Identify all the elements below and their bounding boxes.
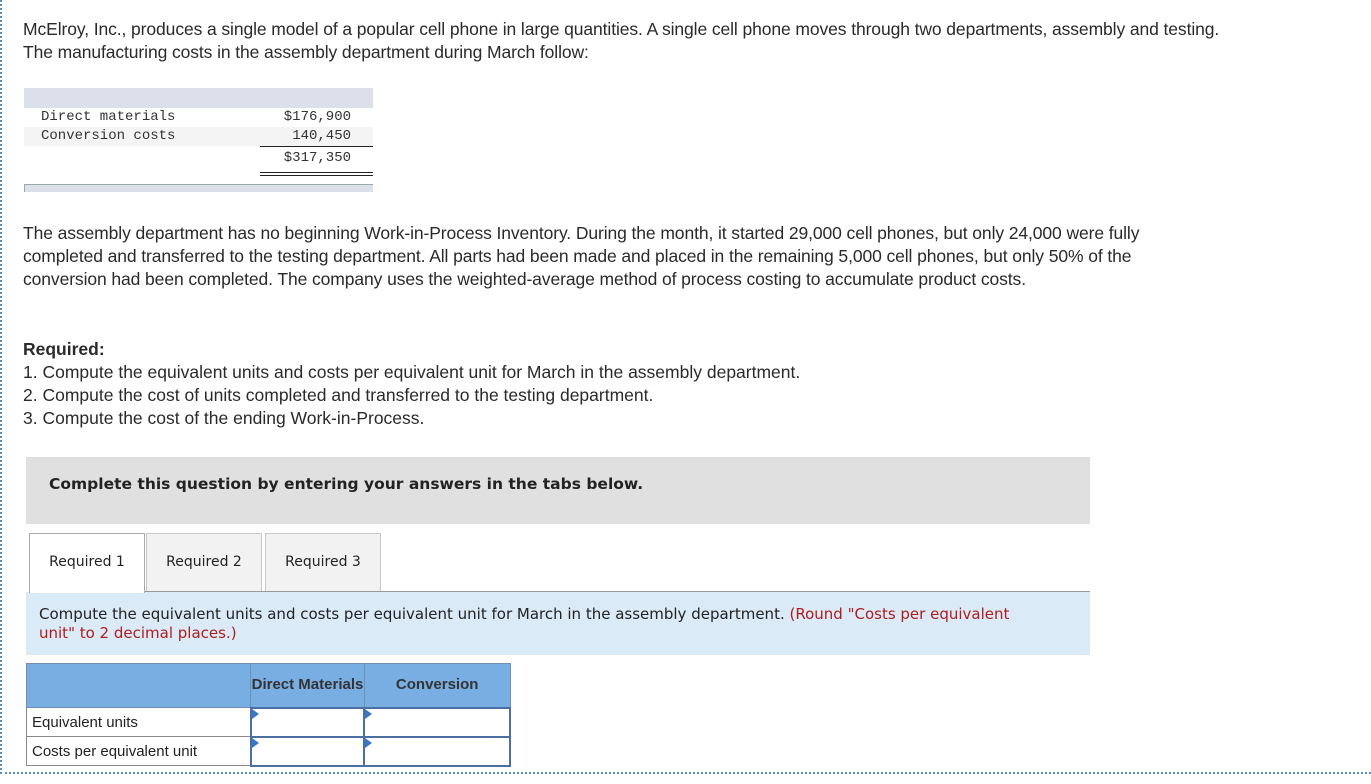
table-row: Equivalent units [25, 706, 511, 738]
equivalent-units-conversion-input[interactable] [365, 709, 509, 735]
equivalent-units-dm-cell [249, 706, 366, 738]
cost-row-total: $317,350 [24, 149, 373, 168]
table-row: Costs per equivalent unit [25, 735, 511, 767]
cost-per-eu-conversion-input[interactable] [365, 738, 509, 764]
required-item: 3. Compute the cost of the ending Work-i… [23, 408, 425, 428]
tab-required-3[interactable]: Required 3 [265, 533, 381, 592]
equivalent-units-direct-materials-input[interactable] [251, 709, 364, 735]
input-marker-icon [251, 708, 259, 719]
cost-per-eu-conv-cell [363, 735, 511, 767]
cost-row-direct-materials: Direct materials $176,900 [24, 108, 373, 127]
header-direct-materials: Direct Materials [250, 663, 365, 708]
cost-table-header-band [24, 88, 373, 108]
answer-table-header-row: Direct Materials Conversion [25, 663, 511, 708]
tab-required-1[interactable]: Required 1 [29, 533, 145, 593]
equivalent-units-conv-cell [363, 706, 511, 738]
cost-label: Conversion costs [41, 128, 176, 144]
cost-value: $176,900 [283, 109, 351, 125]
input-marker-icon [365, 737, 373, 748]
cost-total-value: $317,350 [283, 150, 351, 166]
problem-intro: McElroy, Inc., produces a single model o… [23, 19, 1220, 62]
instruction-text: Complete this question by entering your … [49, 475, 644, 493]
required-list: Required: 1. Compute the equivalent unit… [23, 338, 923, 430]
cost-label: Direct materials [41, 109, 176, 125]
prompt-text: Compute the equivalent units and costs p… [39, 605, 785, 623]
header-conversion: Conversion [363, 663, 511, 708]
required-item: 2. Compute the cost of units completed a… [23, 385, 654, 405]
cost-value: 140,450 [292, 128, 351, 144]
prompt-paragraph: Compute the equivalent units and costs p… [39, 605, 1039, 643]
prompt-box: Compute the equivalent units and costs p… [26, 592, 1090, 655]
cost-per-eu-dm-cell [249, 735, 366, 767]
required-item: 1. Compute the equivalent units and cost… [23, 362, 801, 382]
total-double-rule [260, 172, 373, 176]
header-blank [25, 663, 252, 708]
problem-scenario: The assembly department has no beginning… [23, 223, 1140, 289]
row-label-cost-per-equivalent-unit: Costs per equivalent unit [25, 736, 252, 766]
input-marker-icon [251, 737, 259, 748]
row-label-equivalent-units: Equivalent units [25, 707, 252, 737]
cost-per-eu-direct-materials-input[interactable] [251, 738, 364, 764]
answer-table: Direct Materials Conversion Equivalent u… [25, 663, 511, 767]
cost-table: Direct materials $176,900 Conversion cos… [24, 88, 373, 192]
required-heading: Required: [23, 339, 105, 359]
tab-required-2[interactable]: Required 2 [146, 533, 262, 592]
input-marker-icon [365, 708, 373, 719]
instruction-bar: Complete this question by entering your … [26, 457, 1090, 524]
cost-table-footer-band [24, 184, 373, 192]
cost-row-conversion-costs: Conversion costs 140,450 [24, 127, 373, 146]
subtotal-rule [260, 146, 373, 147]
